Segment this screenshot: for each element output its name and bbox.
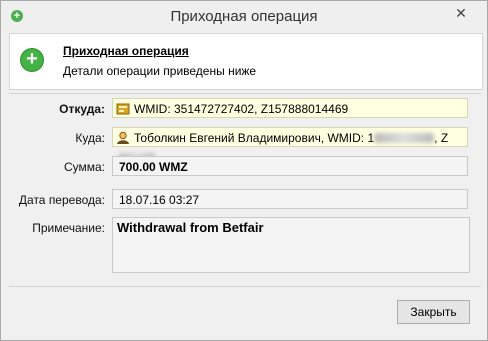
window-title: Приходная операция [170, 8, 318, 25]
date-field: 18.07.16 03:27 [112, 189, 468, 209]
footer-divider [9, 286, 481, 287]
note-label: Примечание: [32, 221, 105, 235]
title-bar: + Приходная операция ✕ [1, 1, 487, 32]
redacted-wmid [374, 133, 435, 143]
from-label: Откуда: [59, 102, 105, 116]
header-panel: + Приходная операция Детали операции при… [9, 33, 483, 90]
divider [9, 93, 481, 94]
from-field[interactable]: WMID: 351472727402, Z157888014469 [112, 98, 468, 118]
amount-label: Сумма: [63, 160, 105, 174]
to-value: Тоболкин Евгений Владимирович, WMID: 1 [134, 131, 375, 145]
close-button[interactable]: Закрыть [397, 300, 470, 324]
close-icon[interactable]: ✕ [443, 3, 479, 23]
header-title: Приходная операция [63, 44, 189, 58]
user-icon [117, 131, 129, 144]
to-label: Куда: [75, 131, 105, 145]
dialog-window: + Приходная операция ✕ + Приходная опера… [0, 0, 488, 341]
date-label: Дата перевода: [18, 193, 105, 207]
plus-circle-icon: + [20, 48, 44, 72]
header-subtitle: Детали операции приведены ниже [63, 64, 257, 78]
to-field[interactable]: Тоболкин Евгений Владимирович, WMID: 1 , … [112, 127, 468, 163]
amount-field: 700.00 WMZ [112, 156, 468, 176]
from-value: WMID: 351472727402, Z157888014469 [134, 102, 349, 116]
to-separator: , Z [434, 131, 449, 145]
wallet-icon [116, 103, 130, 115]
note-field[interactable]: Withdrawal from Betfair [112, 217, 470, 273]
